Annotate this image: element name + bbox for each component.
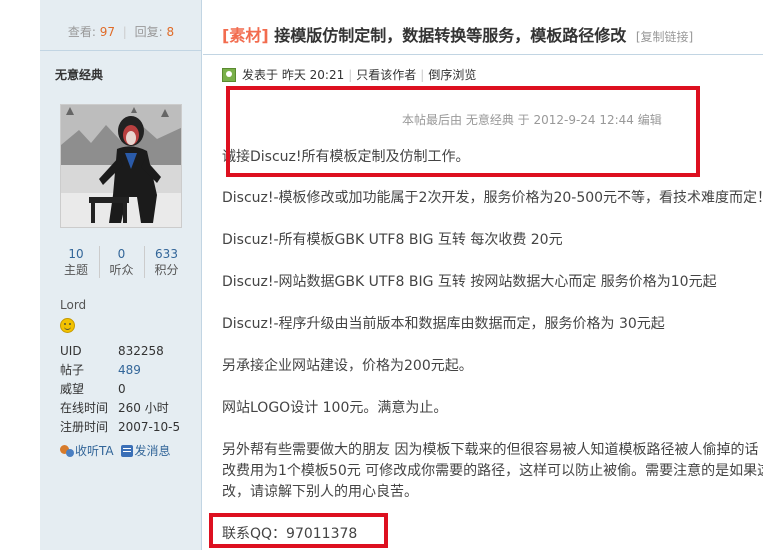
replies-count: 8 [166,25,175,39]
post-line: 另承接企业网站建设，价格为200元起。 [222,358,473,374]
user-info: UID 832258 帖子 489 威望 0 在线时间 260 小时 注册时间 … [60,342,195,437]
counter-points-label: 积分 [154,263,179,277]
post-line: 改，请谅解下别人的用心良苦。 [222,484,418,500]
replies-label: 回复: [134,25,163,39]
counter-listeners-label: 听众 [109,263,134,277]
only-author-link[interactable]: 只看该作者 [356,68,416,82]
views-count: 97 [99,25,115,39]
info-value: 832258 [118,344,164,358]
copy-link-button[interactable]: [复制链接] [636,30,693,44]
info-key: 威望 [60,382,85,396]
highlight-box-contact [209,513,388,548]
post-line: Discuz!-所有模板GBK UTF8 BIG 互转 每次收费 20元 [222,232,563,248]
views-label: 查看: [67,25,96,39]
post-main: [素材] 接模版仿制定制，数据转换等服务，模板路径修改 [复制链接] 发表于 昨… [203,0,763,550]
title-divider [203,54,763,55]
post-line: Discuz!-模板修改或加功能属于2次开发，服务价格为20-500元不等，看技… [222,190,763,206]
avatar[interactable] [60,104,182,228]
user-counters: 10 主题 0 听众 633 积分 [54,246,188,284]
post-line: 网站LOGO设计 100元。满意为止。 [222,400,448,416]
category-tag[interactable]: [素材] [222,26,269,45]
counter-listeners[interactable]: 0 听众 [99,246,143,278]
post-line: 另外帮有些需要做大的朋友 因为模板下载来的但很容易被人知道模板路径被人偷掉的话 [222,442,759,458]
post-line: Discuz!-网站数据GBK UTF8 BIG 互转 按网站数据大心而定 服务… [222,274,717,290]
thread-title: [素材] 接模版仿制定制，数据转换等服务，模板路径修改 [复制链接] [222,22,693,46]
post-line: 改费用为1个模板50元 可修改成你需要的路径，这样可以防止被偷。需要注意的是如果… [222,463,763,479]
message-icon [121,445,134,457]
info-value-link[interactable]: 489 [118,361,141,380]
info-key: 帖子 [60,363,85,377]
info-key: 在线时间 [60,401,109,415]
meta-divider: | [420,68,425,82]
counter-topics-label: 主题 [63,263,88,277]
author-sidebar: 查看: 97 | 回复: 8 无意经典 10 主题 0 听众 633 积分 Lo… [40,0,202,550]
post-time: 发表于 昨天 20:21 [242,68,345,82]
sidebar-actions: 收听TA 发消息 [60,442,170,459]
counter-points[interactable]: 633 积分 [144,246,188,278]
info-row-online-time: 在线时间 260 小时 [60,399,195,418]
info-key: UID [60,344,82,358]
counter-topics[interactable]: 10 主题 [54,246,98,278]
post-line: Discuz!-程序升级由当前版本和数据库由数据而定，服务价格为 30元起 [222,316,665,332]
smiley-icon [60,318,75,333]
user-rank: Lord [60,298,87,312]
info-value: 0 [118,382,126,396]
thread-title-text: 接模版仿制定制，数据转换等服务，模板路径修改 [274,26,627,45]
sidebar-divider [40,50,202,51]
follow-icon [60,445,74,457]
info-row-posts: 帖子 489 [60,361,195,380]
thread-stats: 查看: 97 | 回复: 8 [40,14,202,50]
info-value: 2007-10-5 [118,420,181,434]
info-key: 注册时间 [60,420,109,434]
avatar-image [61,105,181,227]
online-user-icon [222,68,236,82]
highlight-box-edit-note [226,86,700,177]
post-meta: 发表于 昨天 20:21 | 只看该作者 | 倒序浏览 [222,66,476,83]
author-name[interactable]: 无意经典 [55,66,103,83]
follow-link[interactable]: 收听TA [75,444,114,458]
info-row-prestige: 威望 0 [60,380,195,399]
send-message-link[interactable]: 发消息 [134,444,170,458]
meta-divider: | [348,68,353,82]
stats-divider: | [122,25,127,39]
info-row-uid: UID 832258 [60,342,195,361]
info-value: 260 小时 [118,401,169,415]
counter-points-value: 633 [155,247,178,261]
counter-listeners-value: 0 [117,247,126,261]
reverse-order-link[interactable]: 倒序浏览 [428,68,476,82]
counter-topics-value: 10 [68,247,84,261]
info-row-register-date: 注册时间 2007-10-5 [60,418,195,437]
